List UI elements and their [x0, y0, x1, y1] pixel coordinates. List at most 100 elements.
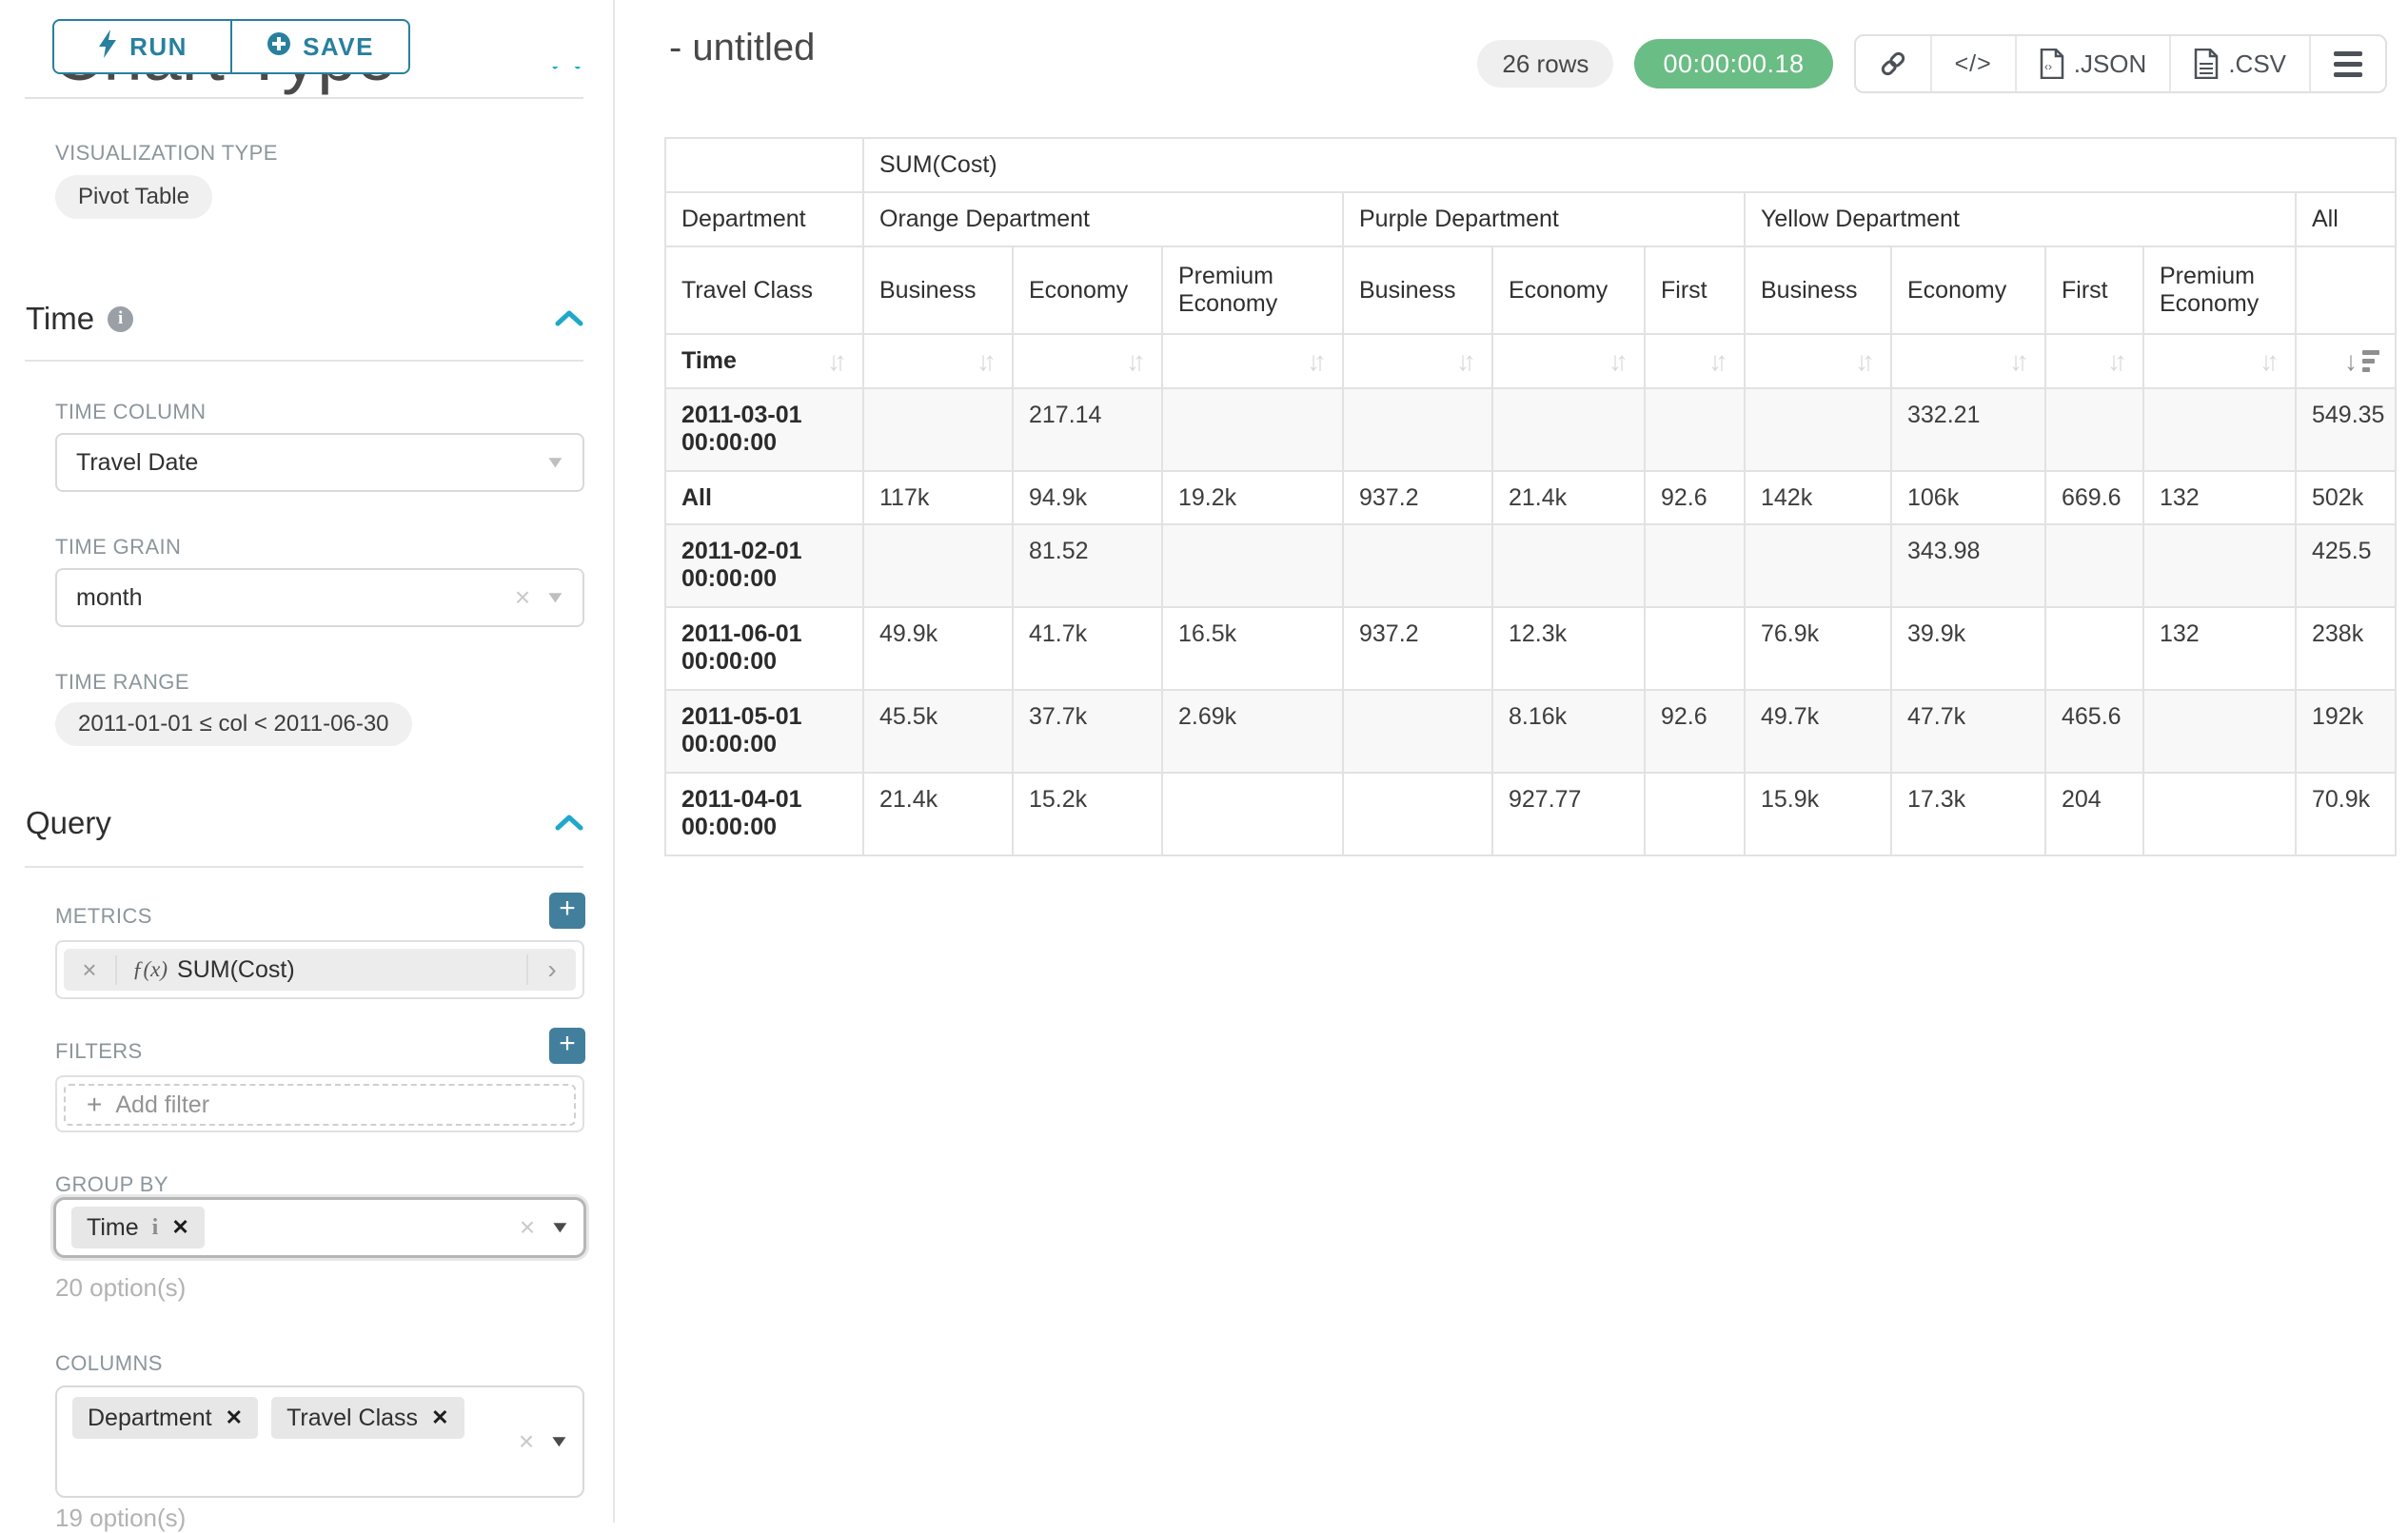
menu-button[interactable]: [2311, 36, 2385, 91]
sort-cell[interactable]: ↓↑: [2143, 334, 2296, 388]
remove-tag-icon[interactable]: ✕: [171, 1215, 188, 1240]
clear-icon[interactable]: ×: [515, 582, 530, 613]
sort-cell[interactable]: ↓↑: [1492, 334, 1645, 388]
add-filter-plus-button[interactable]: +: [549, 1028, 585, 1064]
sort-cell[interactable]: ↓↑: [863, 334, 1013, 388]
groupby-options-hint: 20 option(s): [55, 1273, 186, 1303]
add-filter-label: Add filter: [115, 1091, 209, 1119]
sort-row-label-cell[interactable]: Time↓↑: [665, 334, 863, 388]
save-button[interactable]: SAVE: [232, 21, 408, 72]
sort-icon[interactable]: ↓↑: [2009, 348, 2029, 375]
export-json-button[interactable]: ‹› .JSON: [2017, 36, 2172, 91]
time-column-value: Travel Date: [76, 449, 547, 477]
sort-icon[interactable]: ↓↑: [1126, 348, 1146, 375]
column-header: Premium Economy: [2143, 246, 2296, 334]
add-metric-button[interactable]: +: [549, 893, 585, 929]
query-section-header[interactable]: Query: [26, 805, 585, 841]
chevron-up-icon[interactable]: [550, 67, 582, 75]
time-range-label: TIME RANGE: [55, 670, 189, 695]
value-cell: 117k: [863, 471, 1013, 524]
remove-metric-icon[interactable]: ×: [64, 955, 117, 985]
groupby-select[interactable]: Time i ✕ × ▼: [53, 1197, 586, 1258]
sort-icon[interactable]: ↓↑: [2260, 348, 2280, 375]
sort-cell[interactable]: ↓↑: [2045, 334, 2143, 388]
row-count-badge: 26 rows: [1477, 40, 1613, 88]
viz-type-label: VISUALIZATION TYPE: [55, 141, 278, 166]
column-header: Economy: [1891, 246, 2045, 334]
filters-label: FILTERS: [55, 1039, 143, 1064]
sort-icon[interactable]: ↓↑: [1456, 348, 1476, 375]
time-section-title: Time: [26, 301, 94, 337]
time-column-select[interactable]: Travel Date ▼: [55, 433, 584, 492]
chevron-up-icon[interactable]: [553, 301, 585, 337]
sort-icon[interactable]: ↓↑: [1609, 348, 1628, 375]
row-header-cell: 2011-04-01 00:00:00: [665, 773, 863, 855]
sort-icon[interactable]: ↓↑: [1855, 348, 1875, 375]
export-csv-button[interactable]: .CSV: [2171, 36, 2311, 91]
clear-icon[interactable]: ×: [519, 1426, 534, 1457]
add-filter-button[interactable]: + Add filter: [64, 1084, 576, 1126]
sort-icon[interactable]: ↓↑: [2107, 348, 2127, 375]
view-query-button[interactable]: </>: [1932, 36, 2017, 91]
sort-cell[interactable]: ↓↑: [1343, 334, 1492, 388]
row-header-cell: 2011-06-01 00:00:00: [665, 607, 863, 690]
chevron-up-icon[interactable]: [553, 805, 585, 841]
value-cell: 343.98: [1891, 524, 2045, 607]
remove-tag-icon[interactable]: ✕: [226, 1405, 243, 1430]
value-cell: [2045, 388, 2143, 471]
remove-tag-icon[interactable]: ✕: [431, 1405, 448, 1430]
value-cell: 45.5k: [863, 690, 1013, 773]
value-cell: [1162, 388, 1343, 471]
info-icon: i: [152, 1215, 159, 1241]
metrics-container: × ƒ(x) SUM(Cost) ›: [55, 940, 584, 999]
sort-cell[interactable]: ↓↑: [1645, 334, 1745, 388]
column-header: First: [1645, 246, 1745, 334]
table-row: 2011-06-01 00:00:0049.9k41.7k16.5k937.21…: [665, 607, 2396, 690]
value-cell: 927.77: [1492, 773, 1645, 855]
sort-cell[interactable]: ↓: [2296, 334, 2396, 388]
metric-item[interactable]: × ƒ(x) SUM(Cost) ›: [64, 949, 576, 991]
time-grain-select[interactable]: month × ▼: [55, 568, 584, 627]
value-cell: [1645, 773, 1745, 855]
sort-icon[interactable]: ↓↑: [1708, 348, 1728, 375]
caret-down-icon: ▼: [549, 1218, 572, 1237]
viz-type-value[interactable]: Pivot Table: [55, 175, 212, 219]
value-cell: 937.2: [1343, 607, 1492, 690]
columns-select[interactable]: Department ✕ Travel Class ✕ × ▼: [55, 1386, 584, 1498]
chart-title[interactable]: - untitled: [669, 27, 815, 69]
value-cell: [1162, 524, 1343, 607]
run-save-button-group: RUN SAVE: [52, 19, 410, 74]
share-link-button[interactable]: [1856, 36, 1932, 91]
value-cell: 41.7k: [1013, 607, 1162, 690]
column-dimension-header: Travel Class: [665, 246, 863, 334]
sort-icon[interactable]: ↓↑: [1307, 348, 1327, 375]
value-cell: [863, 524, 1013, 607]
value-cell: [2143, 690, 2296, 773]
value-cell: 937.2: [1343, 471, 1492, 524]
run-button[interactable]: RUN: [54, 21, 232, 72]
column-header: Premium Economy: [1162, 246, 1343, 334]
sort-cell[interactable]: ↓↑: [1745, 334, 1891, 388]
column-header: [2296, 246, 2396, 334]
value-cell: 37.7k: [1013, 690, 1162, 773]
clear-icon[interactable]: ×: [520, 1212, 535, 1243]
time-range-value[interactable]: 2011-01-01 ≤ col < 2011-06-30: [55, 702, 412, 746]
query-section-title: Query: [26, 805, 111, 841]
value-cell: 49.7k: [1745, 690, 1891, 773]
sort-cell[interactable]: ↓↑: [1162, 334, 1343, 388]
value-cell: 142k: [1745, 471, 1891, 524]
sort-icon[interactable]: ↓↑: [827, 348, 847, 375]
value-cell: [1645, 388, 1745, 471]
sort-icon[interactable]: ↓↑: [977, 348, 997, 375]
columns-tag-label: Department: [88, 1405, 212, 1432]
columns-options-hint: 19 option(s): [55, 1504, 186, 1533]
sort-cell[interactable]: ↓↑: [1891, 334, 2045, 388]
sort-cell[interactable]: ↓↑: [1013, 334, 1162, 388]
value-cell: [2143, 524, 2296, 607]
time-section-header[interactable]: Time i: [26, 301, 585, 337]
bolt-icon: [97, 29, 118, 65]
sort-desc-icon[interactable]: ↓: [2344, 348, 2379, 375]
value-cell: 238k: [2296, 607, 2396, 690]
chevron-right-icon[interactable]: ›: [526, 954, 576, 985]
value-cell: 21.4k: [863, 773, 1013, 855]
